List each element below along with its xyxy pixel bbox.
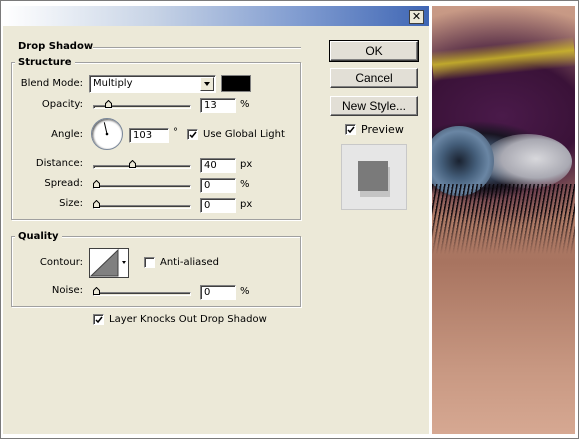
style-preview [341, 144, 407, 210]
size-label: Size: [59, 198, 83, 209]
distance-slider-thumb[interactable] [129, 160, 137, 168]
noise-unit: % [240, 286, 250, 297]
contour-dropdown-icon[interactable] [122, 261, 126, 264]
close-button[interactable]: ✕ [409, 10, 424, 24]
canvas-photo [432, 6, 575, 434]
quality-title: Quality [15, 231, 62, 242]
header-divider [93, 47, 301, 49]
new-style-button[interactable]: New Style... [330, 96, 418, 116]
drop-shadow-dialog: Drop Shadow Structure Blend Mode: Multip… [3, 26, 429, 434]
cancel-button[interactable]: Cancel [330, 68, 418, 88]
size-unit: px [240, 199, 253, 210]
title-bar[interactable] [3, 6, 429, 26]
opacity-input[interactable]: 13 [200, 98, 236, 113]
distance-label: Distance: [35, 158, 83, 169]
contour-label: Contour: [39, 257, 83, 268]
angle-label: Angle: [51, 129, 83, 140]
anti-aliased-label[interactable]: Anti-aliased [160, 257, 219, 268]
drop-shadow-title: Drop Shadow [18, 41, 94, 52]
layer-knocks-out-checkbox[interactable] [93, 314, 104, 325]
noise-input[interactable]: 0 [200, 285, 236, 300]
ok-button[interactable]: OK [329, 40, 419, 62]
close-icon: ✕ [411, 10, 422, 23]
noise-slider[interactable] [93, 292, 191, 296]
size-input[interactable]: 0 [200, 198, 236, 213]
shadow-color-swatch[interactable] [221, 75, 251, 92]
distance-unit: px [240, 159, 253, 170]
chevron-down-icon[interactable] [200, 77, 214, 91]
angle-unit: ° [173, 127, 178, 138]
distance-input[interactable]: 40 [200, 158, 236, 173]
spread-input[interactable]: 0 [200, 178, 236, 193]
size-slider[interactable] [93, 205, 191, 209]
distance-slider[interactable] [93, 165, 191, 169]
noise-label: Noise: [51, 285, 83, 296]
size-slider-thumb[interactable] [93, 200, 100, 208]
quality-group [11, 236, 301, 307]
angle-dial[interactable] [91, 118, 123, 150]
spread-unit: % [240, 179, 250, 190]
contour-picker[interactable] [89, 248, 129, 278]
preview-swatch [358, 161, 388, 191]
structure-title: Structure [15, 57, 75, 68]
angle-input[interactable]: 103 [129, 128, 169, 143]
opacity-unit: % [240, 99, 250, 110]
spread-label: Spread: [44, 178, 83, 189]
use-global-light-label[interactable]: Use Global Light [203, 129, 285, 140]
opacity-label: Opacity: [41, 99, 83, 110]
layer-knocks-out-label[interactable]: Layer Knocks Out Drop Shadow [109, 314, 267, 325]
spread-slider-thumb[interactable] [93, 180, 100, 188]
preview-label[interactable]: Preview [361, 123, 404, 136]
noise-slider-thumb[interactable] [93, 287, 100, 295]
blend-mode-select[interactable]: Multiply [89, 75, 216, 93]
opacity-slider-thumb[interactable] [104, 100, 112, 108]
blend-mode-label: Blend Mode: [20, 78, 83, 89]
anti-aliased-checkbox[interactable] [144, 257, 155, 268]
spread-slider[interactable] [93, 185, 191, 189]
blend-mode-value: Multiply [93, 78, 133, 89]
use-global-light-checkbox[interactable] [187, 129, 198, 140]
preview-checkbox[interactable] [345, 124, 356, 135]
